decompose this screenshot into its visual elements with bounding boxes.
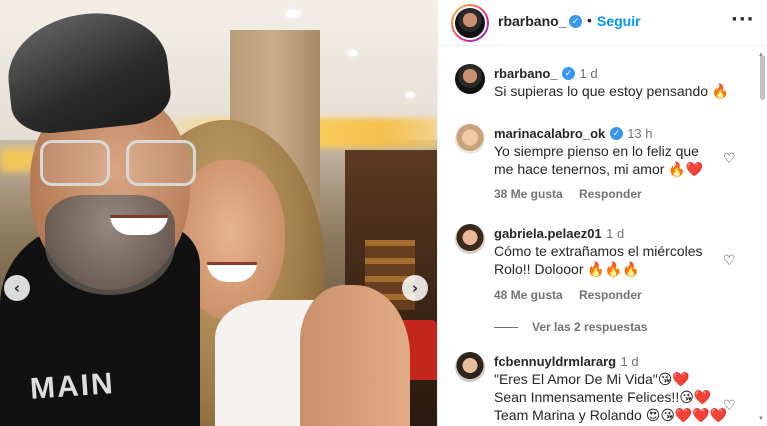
caption-time: 1 d: [579, 66, 598, 81]
verified-badge-icon: ✓: [609, 127, 623, 141]
comment-time: 1 d: [606, 226, 625, 241]
shirt-print: MAIN: [28, 367, 116, 406]
avatar[interactable]: [455, 64, 485, 94]
like-count[interactable]: 48 Me gusta: [494, 288, 563, 302]
post-photo: MAIN ‹ ›: [0, 0, 437, 426]
avatar[interactable]: [455, 352, 485, 382]
comment-username[interactable]: marinacalabro_ok: [494, 126, 605, 141]
woman-arm: [300, 285, 410, 426]
scrollbar-thumb[interactable]: [760, 55, 765, 100]
heart-icon[interactable]: ♡: [723, 150, 736, 167]
follow-button[interactable]: Seguir: [597, 13, 641, 29]
ceiling-light: [348, 50, 358, 56]
view-replies-button[interactable]: Ver las 2 respuestas: [494, 320, 647, 334]
comment-time: 13 h: [627, 126, 653, 141]
heart-icon[interactable]: ♡: [723, 397, 736, 414]
comment-text: Yo siempre pienso en lo feliz que: [494, 143, 699, 159]
ceiling-light: [286, 10, 300, 18]
post-header: rbarbano_ ✓ • Seguir ···: [438, 0, 767, 46]
comment-text: "Eres El Amor De Mi Vida"😘❤️: [494, 371, 690, 387]
comment-time: 1 d: [620, 354, 639, 369]
avatar: [455, 8, 485, 38]
comment-username[interactable]: fcbennuyldrmlararg: [494, 354, 616, 369]
comment-text: Rolo!! Dolooor 🔥🔥🔥: [494, 261, 640, 277]
avatar[interactable]: [455, 124, 485, 154]
comment-text: Team Marina y Rolando 😍😘❤️❤️❤️: [494, 407, 728, 423]
comment-text: Cómo te extrañamos el miércoles: [494, 243, 703, 259]
like-count[interactable]: 38 Me gusta: [494, 187, 563, 201]
glasses: [40, 140, 200, 190]
verified-badge-icon: ✓: [569, 15, 582, 28]
more-options-icon[interactable]: ···: [731, 9, 755, 30]
man-beard: [45, 195, 175, 295]
story-ring-avatar[interactable]: [451, 4, 489, 42]
ceiling-light: [405, 92, 415, 98]
comment-username[interactable]: gabriela.pelaez01: [494, 226, 602, 241]
heart-icon[interactable]: ♡: [723, 252, 736, 269]
avatar[interactable]: [455, 224, 485, 254]
reply-button[interactable]: Responder: [579, 187, 642, 201]
header-username[interactable]: rbarbano_: [498, 13, 566, 29]
separator-dot: •: [587, 12, 592, 28]
comment-text: me hace tenernos, mi amor 🔥❤️: [494, 161, 704, 177]
previous-arrow-icon[interactable]: ‹: [4, 275, 30, 301]
scroll-down-icon[interactable]: ▼: [758, 416, 764, 422]
reply-button[interactable]: Responder: [579, 288, 642, 302]
divider: [494, 327, 518, 329]
caption-text: Si supieras lo que estoy pensando 🔥: [494, 83, 730, 99]
comments-panel: rbarbano_ ✓ • Seguir ··· ▲ ▼ rbarbano_ ✓…: [437, 0, 767, 426]
view-replies-label: Ver las 2 respuestas: [532, 320, 648, 334]
verified-badge-icon: ✓: [562, 67, 576, 81]
next-arrow-icon[interactable]: ›: [402, 275, 428, 301]
caption-username[interactable]: rbarbano_: [494, 66, 558, 81]
comment-text: Sean Inmensamente Felices!!😘❤️: [494, 389, 712, 405]
